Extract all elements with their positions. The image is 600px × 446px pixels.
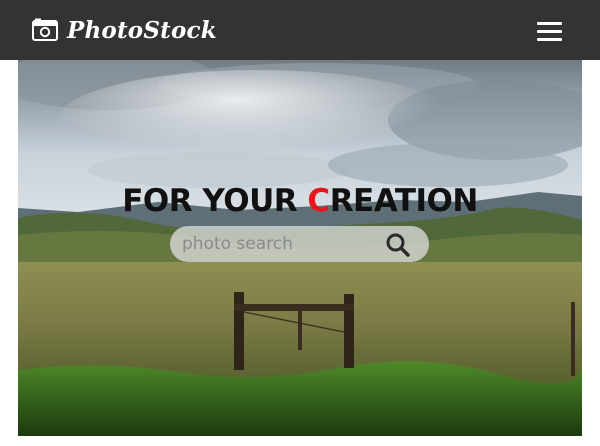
headline-suffix: REATION bbox=[329, 183, 479, 219]
headline-accent-letter: C bbox=[307, 183, 330, 219]
brand-logo[interactable]: PhotoStock bbox=[32, 14, 217, 46]
navbar: PhotoStock bbox=[0, 0, 600, 60]
hero-headline: FOR YOUR CREATION bbox=[18, 183, 582, 219]
headline-prefix: FOR YOUR bbox=[122, 183, 308, 219]
search-icon bbox=[386, 233, 410, 257]
brand-name: PhotoStock bbox=[67, 16, 217, 44]
hamburger-menu-button[interactable] bbox=[533, 17, 567, 45]
hero-banner: FOR YOUR CREATION bbox=[18, 60, 582, 436]
search-button[interactable] bbox=[384, 231, 412, 259]
search-bar bbox=[170, 226, 429, 262]
search-input[interactable] bbox=[182, 230, 382, 258]
camera-icon bbox=[32, 18, 58, 41]
